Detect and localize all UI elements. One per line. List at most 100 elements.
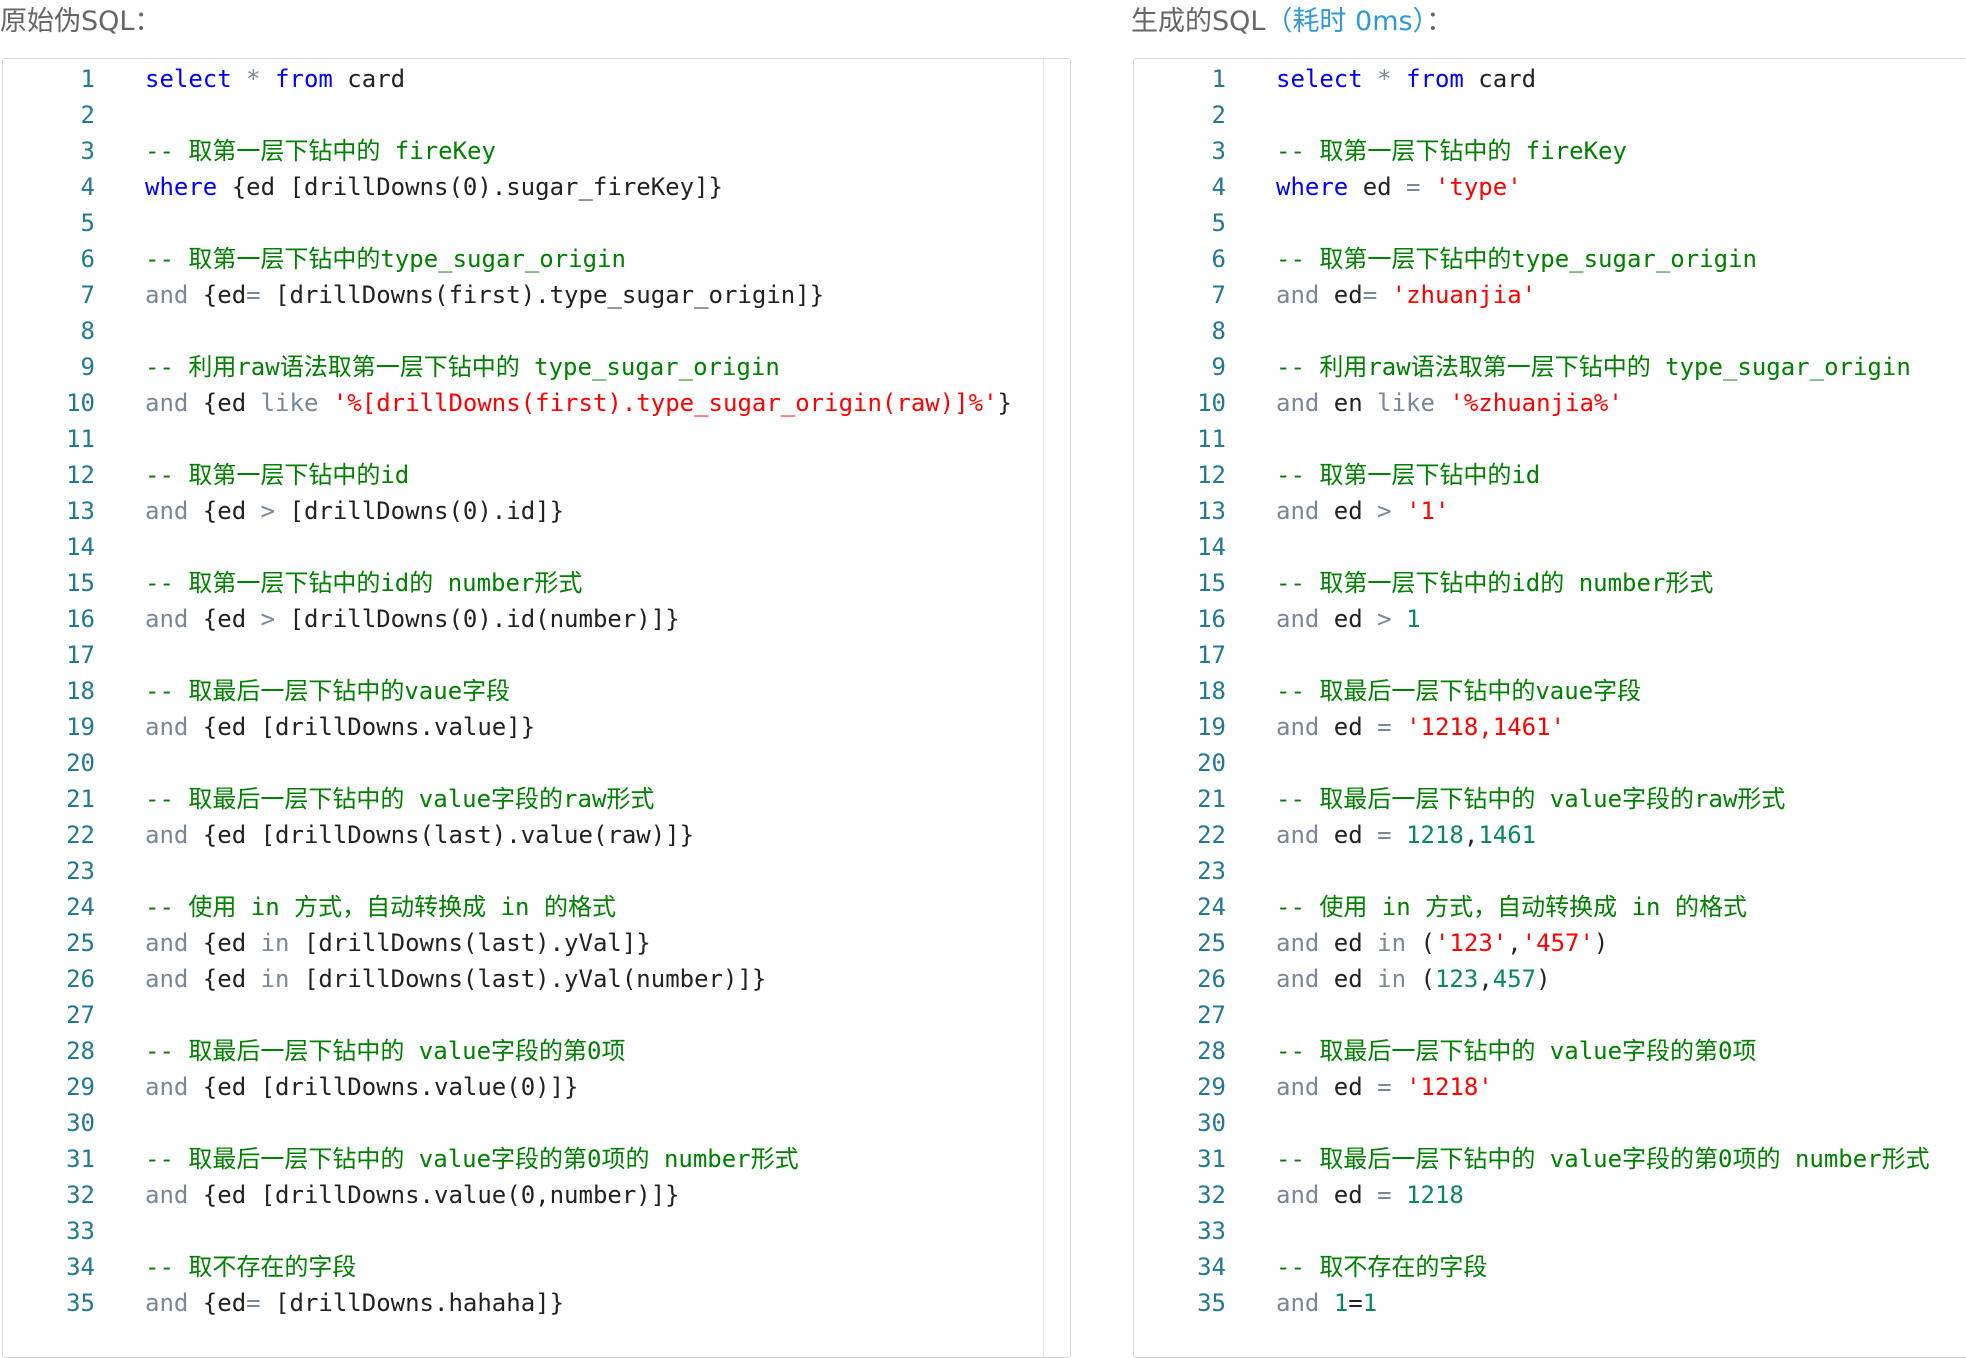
generated-sql-line[interactable]: 12 -- 取第一层下钻中的id bbox=[1134, 457, 1930, 493]
generated-sql-line[interactable]: 35 and 1=1 bbox=[1134, 1285, 1930, 1321]
generated-sql-line[interactable]: 31 -- 取最后一层下钻中的 value字段的第0项的 number形式 bbox=[1134, 1141, 1930, 1177]
line-number: 6 bbox=[80, 245, 95, 273]
generated-sql-line[interactable]: 8 bbox=[1134, 313, 1930, 349]
line-code: and 1=1 bbox=[1226, 1285, 1377, 1321]
original-sql-line[interactable]: 20 bbox=[3, 745, 1012, 781]
original-sql-line[interactable]: 13 and {ed > [drillDowns(0).id]} bbox=[3, 493, 1012, 529]
generated-sql-line[interactable]: 17 bbox=[1134, 637, 1930, 673]
generated-sql-line[interactable]: 18 -- 取最后一层下钻中的vaue字段 bbox=[1134, 673, 1930, 709]
line-number: 16 bbox=[1197, 605, 1226, 633]
original-sql-line[interactable]: 35 and {ed= [drillDowns.hahaha]} bbox=[3, 1285, 1012, 1321]
generated-sql-line[interactable]: 15 -- 取第一层下钻中的id的 number形式 bbox=[1134, 565, 1930, 601]
original-sql-line[interactable]: 21 -- 取最后一层下钻中的 value字段的raw形式 bbox=[3, 781, 1012, 817]
code-token-number-literal: 1 bbox=[1362, 1289, 1378, 1317]
generated-sql-line[interactable]: 1 select * from card bbox=[1134, 61, 1930, 97]
generated-sql-line[interactable]: 28 -- 取最后一层下钻中的 value字段的第0项 bbox=[1134, 1033, 1930, 1069]
original-sql-line[interactable]: 31 -- 取最后一层下钻中的 value字段的第0项的 number形式 bbox=[3, 1141, 1012, 1177]
line-code: and ed = 1218 bbox=[1226, 1177, 1464, 1213]
generated-sql-line[interactable]: 7 and ed= 'zhuanjia' bbox=[1134, 277, 1930, 313]
code-token-comment: -- 取最后一层下钻中的 value字段的第0项的 number形式 bbox=[1276, 1145, 1930, 1173]
code-token-operator: = bbox=[1377, 821, 1392, 849]
generated-sql-line[interactable]: 14 bbox=[1134, 529, 1930, 565]
line-number: 26 bbox=[1197, 965, 1226, 993]
generated-sql-line[interactable]: 19 and ed = '1218,1461' bbox=[1134, 709, 1930, 745]
generated-sql-line[interactable]: 22 and ed = 1218,1461 bbox=[1134, 817, 1930, 853]
original-sql-line[interactable]: 34 -- 取不存在的字段 bbox=[3, 1249, 1012, 1285]
generated-sql-line[interactable]: 5 bbox=[1134, 205, 1930, 241]
original-sql-line[interactable]: 32 and {ed [drillDowns.value(0,number)]} bbox=[3, 1177, 1012, 1213]
generated-sql-line[interactable]: 27 bbox=[1134, 997, 1930, 1033]
original-sql-line[interactable]: 8 bbox=[3, 313, 1012, 349]
generated-sql-line[interactable]: 4 where ed = 'type' bbox=[1134, 169, 1930, 205]
generated-sql-line[interactable]: 32 and ed = 1218 bbox=[1134, 1177, 1930, 1213]
generated-sql-line[interactable]: 11 bbox=[1134, 421, 1930, 457]
original-sql-line[interactable]: 16 and {ed > [drillDowns(0).id(number)]} bbox=[3, 601, 1012, 637]
original-sql-line[interactable]: 15 -- 取第一层下钻中的id的 number形式 bbox=[3, 565, 1012, 601]
original-sql-line[interactable]: 23 bbox=[3, 853, 1012, 889]
generated-sql-line[interactable]: 20 bbox=[1134, 745, 1930, 781]
code-token-plain-text: [drillDowns(last).yVal(number)]} bbox=[289, 965, 767, 993]
line-number: 27 bbox=[66, 1001, 95, 1029]
generated-sql-line[interactable]: 26 and ed in (123,457) bbox=[1134, 961, 1930, 997]
generated-sql-line[interactable]: 2 bbox=[1134, 97, 1930, 133]
generated-sql-line[interactable]: 16 and ed > 1 bbox=[1134, 601, 1930, 637]
code-token-plain-text: [drillDowns(0).id(number)]} bbox=[275, 605, 680, 633]
generated-sql-code[interactable]: 1 select * from card 2 3 -- 取第一层下钻中的 fireKey… bbox=[1134, 59, 1930, 1321]
code-token-operator: in bbox=[1377, 965, 1407, 993]
code-token-plain-text bbox=[1392, 497, 1406, 525]
original-sql-line[interactable]: 9 -- 利用raw语法取第一层下钻中的 type_sugar_origin bbox=[3, 349, 1012, 385]
original-sql-line[interactable]: 28 -- 取最后一层下钻中的 value字段的第0项 bbox=[3, 1033, 1012, 1069]
code-token-plain-text: [drillDowns(first).type_sugar_origin]} bbox=[260, 281, 825, 309]
line-code: and ed = '1218' bbox=[1226, 1069, 1493, 1105]
line-number: 23 bbox=[1197, 857, 1226, 885]
original-sql-line[interactable]: 3 -- 取第一层下钻中的 fireKey bbox=[3, 133, 1012, 169]
original-sql-line[interactable]: 5 bbox=[3, 205, 1012, 241]
original-sql-line[interactable]: 30 bbox=[3, 1105, 1012, 1141]
generated-sql-line[interactable]: 21 -- 取最后一层下钻中的 value字段的raw形式 bbox=[1134, 781, 1930, 817]
generated-sql-line[interactable]: 24 -- 使用 in 方式，自动转换成 in 的格式 bbox=[1134, 889, 1930, 925]
original-sql-line[interactable]: 26 and {ed in [drillDowns(last).yVal(numb… bbox=[3, 961, 1012, 997]
original-sql-line[interactable]: 12 -- 取第一层下钻中的id bbox=[3, 457, 1012, 493]
original-sql-scrollbar[interactable] bbox=[1043, 59, 1070, 1357]
generated-sql-line[interactable]: 3 -- 取第一层下钻中的 fireKey bbox=[1134, 133, 1930, 169]
original-sql-line[interactable]: 2 bbox=[3, 97, 1012, 133]
generated-sql-editor[interactable]: 1 select * from card 2 3 -- 取第一层下钻中的 fireKey… bbox=[1133, 58, 1966, 1358]
original-sql-line[interactable]: 11 bbox=[3, 421, 1012, 457]
generated-sql-line[interactable]: 10 and en like '%zhuanjia%' bbox=[1134, 385, 1930, 421]
original-sql-line[interactable]: 33 bbox=[3, 1213, 1012, 1249]
original-sql-code[interactable]: 1 select * from card 2 3 -- 取第一层下钻中的 fireKey… bbox=[3, 59, 1012, 1321]
generated-sql-line[interactable]: 30 bbox=[1134, 1105, 1930, 1141]
original-sql-line[interactable]: 29 and {ed [drillDowns.value(0)]} bbox=[3, 1069, 1012, 1105]
original-sql-line[interactable]: 17 bbox=[3, 637, 1012, 673]
line-number: 23 bbox=[66, 857, 95, 885]
original-sql-line[interactable]: 1 select * from card bbox=[3, 61, 1012, 97]
line-number: 4 bbox=[80, 173, 95, 201]
original-sql-line[interactable]: 18 -- 取最后一层下钻中的vaue字段 bbox=[3, 673, 1012, 709]
original-sql-line[interactable]: 10 and {ed like '%[drillDowns(first).type… bbox=[3, 385, 1012, 421]
original-sql-line[interactable]: 22 and {ed [drillDowns(last).value(raw)]} bbox=[3, 817, 1012, 853]
generated-sql-line[interactable]: 6 -- 取第一层下钻中的type_sugar_origin bbox=[1134, 241, 1930, 277]
original-sql-label-text: 原始伪SQL： bbox=[0, 6, 162, 37]
line-code: select * from card bbox=[95, 61, 405, 97]
code-token-operator: and bbox=[145, 965, 189, 993]
generated-sql-line[interactable]: 29 and ed = '1218' bbox=[1134, 1069, 1930, 1105]
original-sql-line[interactable]: 7 and {ed= [drillDowns(first).type_sugar_… bbox=[3, 277, 1012, 313]
original-sql-line[interactable]: 27 bbox=[3, 997, 1012, 1033]
generated-sql-line[interactable]: 34 -- 取不存在的字段 bbox=[1134, 1249, 1930, 1285]
generated-sql-line[interactable]: 25 and ed in ('123','457') bbox=[1134, 925, 1930, 961]
line-number: 14 bbox=[66, 533, 95, 561]
original-sql-line[interactable]: 14 bbox=[3, 529, 1012, 565]
original-sql-line[interactable]: 4 where {ed [drillDowns(0).sugar_fireKey]… bbox=[3, 169, 1012, 205]
generated-sql-line[interactable]: 9 -- 利用raw语法取第一层下钻中的 type_sugar_origin bbox=[1134, 349, 1930, 385]
code-token-plain-text: card bbox=[1463, 65, 1537, 93]
original-sql-line[interactable]: 25 and {ed in [drillDowns(last).yVal]} bbox=[3, 925, 1012, 961]
original-sql-line[interactable]: 6 -- 取第一层下钻中的type_sugar_origin bbox=[3, 241, 1012, 277]
generated-sql-line[interactable]: 33 bbox=[1134, 1213, 1930, 1249]
line-number: 22 bbox=[1197, 821, 1226, 849]
generated-sql-line[interactable]: 23 bbox=[1134, 853, 1930, 889]
original-sql-line[interactable]: 19 and {ed [drillDowns.value]} bbox=[3, 709, 1012, 745]
generated-sql-line[interactable]: 13 and ed > '1' bbox=[1134, 493, 1930, 529]
original-sql-line[interactable]: 24 -- 使用 in 方式，自动转换成 in 的格式 bbox=[3, 889, 1012, 925]
original-sql-editor[interactable]: 1 select * from card 2 3 -- 取第一层下钻中的 fireKey… bbox=[2, 58, 1071, 1358]
